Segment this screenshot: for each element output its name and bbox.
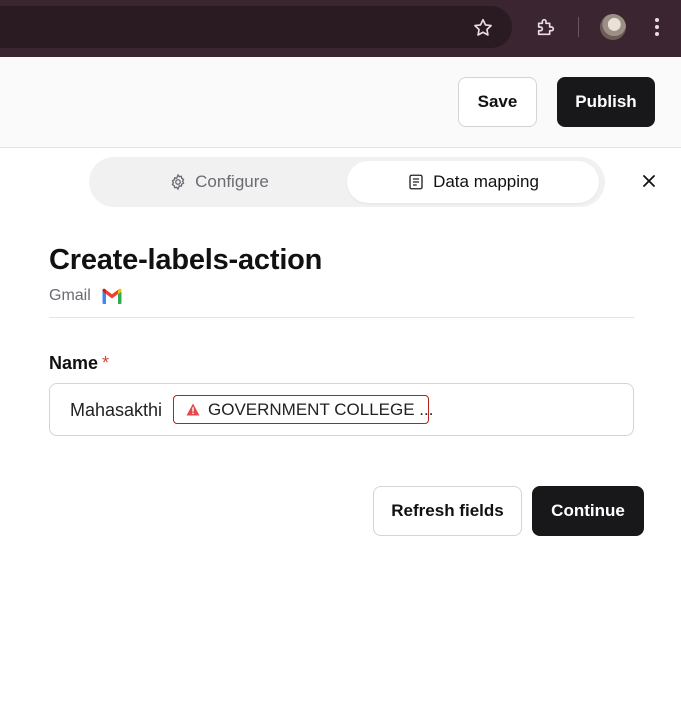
panel-tabs: Configure Data mapping xyxy=(89,157,605,207)
tab-configure[interactable]: Configure xyxy=(93,161,345,203)
gmail-icon xyxy=(101,288,123,305)
tab-data-mapping-label: Data mapping xyxy=(433,172,539,191)
tab-data-mapping[interactable]: Data mapping xyxy=(347,161,599,203)
page-title: Create-labels-action xyxy=(49,244,323,276)
save-button[interactable]: Save xyxy=(458,77,537,127)
extensions-puzzle-icon[interactable] xyxy=(533,14,559,40)
close-icon[interactable] xyxy=(636,168,662,194)
bookmark-star-icon[interactable] xyxy=(470,15,496,41)
gear-icon xyxy=(169,173,187,191)
variable-pill[interactable]: GOVERNMENT COLLEGE ... xyxy=(173,395,433,424)
app-info: Gmail xyxy=(49,287,123,305)
app-name: Gmail xyxy=(49,287,91,304)
address-bar[interactable] xyxy=(0,6,512,48)
name-input-text: Mahasakthi xyxy=(70,400,163,420)
header-divider xyxy=(49,317,634,318)
toolbar-divider xyxy=(578,17,579,37)
profile-avatar[interactable] xyxy=(600,14,626,40)
variable-pill-label: GOVERNMENT COLLEGE ... xyxy=(208,399,434,419)
continue-button[interactable]: Continue xyxy=(532,486,644,536)
name-label-text: Name xyxy=(49,353,99,373)
required-asterisk: * xyxy=(102,353,110,373)
more-menu-icon[interactable] xyxy=(646,14,668,40)
document-icon xyxy=(407,173,425,191)
tab-configure-label: Configure xyxy=(195,172,269,191)
browser-toolbar xyxy=(0,0,681,57)
refresh-fields-button[interactable]: Refresh fields xyxy=(373,486,522,536)
warning-icon xyxy=(186,403,200,416)
publish-button[interactable]: Publish xyxy=(557,77,655,127)
name-field-label: Name * xyxy=(49,353,109,374)
